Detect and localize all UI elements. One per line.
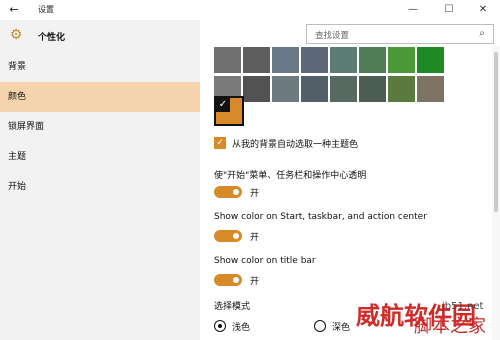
color-swatch[interactable]	[388, 47, 415, 73]
search-icon[interactable]: ⌕	[475, 27, 489, 41]
sidebar-header: ⚙ 个性化	[0, 20, 200, 52]
auto-pick-label: 从我的背景自动选取一种主题色	[232, 140, 359, 150]
toggle-knob	[233, 233, 239, 239]
sidebar-item-themes[interactable]: 主题	[0, 142, 200, 172]
color-start-taskbar-toggle[interactable]	[214, 230, 242, 242]
maximize-button[interactable]: ☐	[432, 0, 466, 20]
scrollbar-thumb[interactable]	[494, 52, 498, 212]
mode-label: 选择模式	[214, 302, 251, 312]
close-button[interactable]: ✕	[466, 0, 500, 20]
light-mode-label: 浅色	[232, 323, 251, 333]
sidebar-item-colors[interactable]: 颜色	[0, 82, 200, 112]
color-swatch[interactable]	[272, 47, 299, 73]
search-input[interactable]: 查找设置 ⌕	[306, 24, 494, 44]
light-mode-radio[interactable]	[214, 320, 226, 332]
sidebar-item-start[interactable]: 开始	[0, 172, 200, 202]
sidebar-item-background[interactable]: 背景	[0, 52, 200, 82]
color-swatch[interactable]	[301, 47, 328, 73]
color-swatch[interactable]	[214, 47, 241, 73]
toggle-knob	[233, 277, 239, 283]
color-swatch[interactable]	[359, 47, 386, 73]
color-title-bar-toggle-state: 开	[250, 277, 260, 287]
color-swatch[interactable]	[243, 47, 270, 73]
auto-pick-checkbox[interactable]: ✓	[214, 137, 226, 149]
selected-accent-swatch[interactable]: ✓	[214, 96, 244, 126]
color-swatch[interactable]	[417, 76, 444, 102]
sidebar-title: 个性化	[38, 33, 66, 43]
minimize-button[interactable]: —	[396, 0, 430, 20]
gear-icon: ⚙	[9, 27, 23, 43]
check-icon: ✓	[216, 98, 230, 112]
dark-mode-radio[interactable]	[314, 320, 326, 332]
transparency-label: 使"开始"菜单、任务栏和操作中心透明	[214, 171, 367, 181]
toggle-knob	[233, 189, 239, 195]
sidebar-item-lock-screen[interactable]: 锁屏界面	[0, 112, 200, 142]
color-swatch[interactable]	[272, 76, 299, 102]
color-swatch[interactable]	[330, 76, 357, 102]
color-swatch[interactable]	[359, 76, 386, 102]
color-swatch[interactable]	[243, 76, 270, 102]
color-swatch[interactable]	[330, 47, 357, 73]
title-bar: ← 设置 — ☐ ✕	[0, 0, 500, 20]
search-placeholder: 查找设置	[315, 31, 350, 41]
color-start-taskbar-toggle-state: 开	[250, 233, 260, 243]
watermark-brand: 脚本之家	[414, 316, 486, 337]
window-title: 设置	[38, 5, 54, 14]
sidebar: ⚙ 个性化 背景 颜色 锁屏界面 主题 开始	[0, 20, 200, 340]
back-arrow-icon[interactable]: ←	[6, 2, 22, 18]
watermark-url: jb51.net	[442, 301, 484, 312]
color-title-bar-label: Show color on title bar	[214, 256, 316, 266]
color-start-taskbar-label: Show color on Start, taskbar, and action…	[214, 212, 427, 222]
dark-mode-label: 深色	[332, 323, 351, 333]
color-swatch[interactable]	[301, 76, 328, 102]
transparency-toggle-state: 开	[250, 189, 260, 199]
color-title-bar-toggle[interactable]	[214, 274, 242, 286]
transparency-toggle[interactable]	[214, 186, 242, 198]
color-swatch[interactable]	[417, 47, 444, 73]
color-swatch[interactable]	[388, 76, 415, 102]
